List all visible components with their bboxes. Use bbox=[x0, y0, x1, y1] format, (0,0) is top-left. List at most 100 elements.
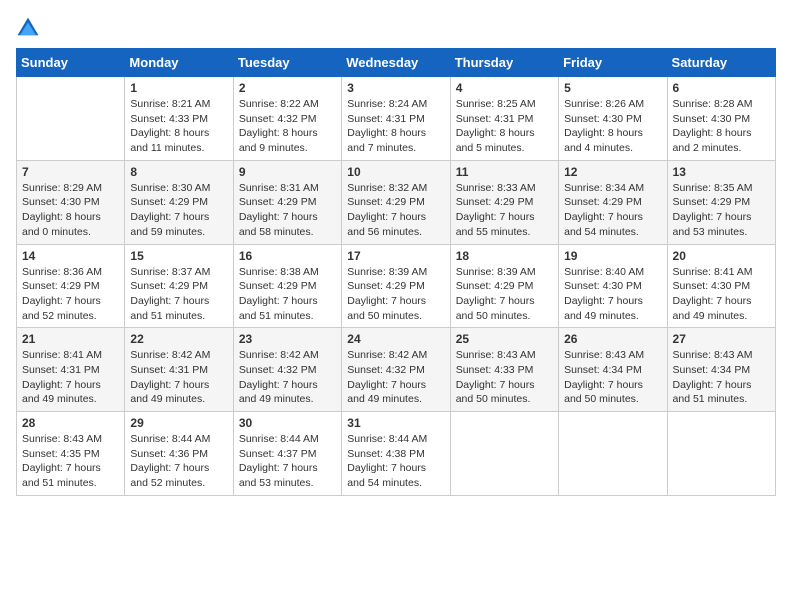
day-info: Sunrise: 8:22 AM Sunset: 4:32 PM Dayligh… bbox=[239, 97, 336, 156]
day-number: 3 bbox=[347, 81, 444, 95]
day-info: Sunrise: 8:29 AM Sunset: 4:30 PM Dayligh… bbox=[22, 181, 119, 240]
day-info: Sunrise: 8:34 AM Sunset: 4:29 PM Dayligh… bbox=[564, 181, 661, 240]
calendar-day-15: 15Sunrise: 8:37 AM Sunset: 4:29 PM Dayli… bbox=[125, 244, 233, 328]
logo bbox=[16, 16, 42, 40]
calendar-day-8: 8Sunrise: 8:30 AM Sunset: 4:29 PM Daylig… bbox=[125, 160, 233, 244]
calendar-day-30: 30 Sunrise: 8:44 AM Sunset: 4:37 PM Dayli… bbox=[233, 412, 341, 496]
weekday-header-wednesday: Wednesday bbox=[342, 49, 450, 77]
day-info: Sunrise: 8:41 AM Sunset: 4:30 PM Dayligh… bbox=[673, 265, 770, 324]
calendar-header-row: SundayMondayTuesdayWednesdayThursdayFrid… bbox=[17, 49, 776, 77]
day-number: 14 bbox=[22, 249, 119, 263]
calendar-day-17: 17 Sunrise: 8:39 AM Sunset: 4:29 PM Dayli… bbox=[342, 244, 450, 328]
day-info: Sunrise: 8:39 AM Sunset: 4:29 PM Dayligh… bbox=[347, 265, 444, 324]
day-info: Sunrise: 8:21 AM Sunset: 4:33 PM Dayligh… bbox=[130, 97, 227, 156]
day-info: Sunrise: 8:44 AM Sunset: 4:37 PM Dayligh… bbox=[239, 432, 336, 491]
day-number: 27 bbox=[673, 332, 770, 346]
day-number: 18 bbox=[456, 249, 553, 263]
day-number: 22 bbox=[130, 332, 227, 346]
weekday-header-saturday: Saturday bbox=[667, 49, 775, 77]
weekday-header-friday: Friday bbox=[559, 49, 667, 77]
calendar-day-22: 22 Sunrise: 8:42 AM Sunset: 4:31 PM Dayli… bbox=[125, 328, 233, 412]
day-info: Sunrise: 8:31 AM Sunset: 4:29 PM Dayligh… bbox=[239, 181, 336, 240]
calendar-day-5: 5 Sunrise: 8:26 AM Sunset: 4:30 PM Daylig… bbox=[559, 77, 667, 161]
day-number: 25 bbox=[456, 332, 553, 346]
calendar-day-25: 25 Sunrise: 8:43 AM Sunset: 4:33 PM Dayli… bbox=[450, 328, 558, 412]
calendar-table: SundayMondayTuesdayWednesdayThursdayFrid… bbox=[16, 48, 776, 496]
day-number: 10 bbox=[347, 165, 444, 179]
calendar-day-20: 20 Sunrise: 8:41 AM Sunset: 4:30 PM Dayli… bbox=[667, 244, 775, 328]
calendar-day-23: 23 Sunrise: 8:42 AM Sunset: 4:32 PM Dayli… bbox=[233, 328, 341, 412]
calendar-day-28: 28 Sunrise: 8:43 AM Sunset: 4:35 PM Dayli… bbox=[17, 412, 125, 496]
calendar-day-3: 3 Sunrise: 8:24 AM Sunset: 4:31 PM Daylig… bbox=[342, 77, 450, 161]
calendar-day-26: 26 Sunrise: 8:43 AM Sunset: 4:34 PM Dayli… bbox=[559, 328, 667, 412]
weekday-header-tuesday: Tuesday bbox=[233, 49, 341, 77]
calendar-day-31: 31Sunrise: 8:44 AM Sunset: 4:38 PM Dayli… bbox=[342, 412, 450, 496]
calendar-day-1: 1Sunrise: 8:21 AM Sunset: 4:33 PM Daylig… bbox=[125, 77, 233, 161]
day-number: 16 bbox=[239, 249, 336, 263]
day-info: Sunrise: 8:44 AM Sunset: 4:38 PM Dayligh… bbox=[347, 432, 444, 491]
day-number: 21 bbox=[22, 332, 119, 346]
calendar-day-2: 2 Sunrise: 8:22 AM Sunset: 4:32 PM Daylig… bbox=[233, 77, 341, 161]
weekday-header-monday: Monday bbox=[125, 49, 233, 77]
day-info: Sunrise: 8:43 AM Sunset: 4:34 PM Dayligh… bbox=[564, 348, 661, 407]
day-number: 26 bbox=[564, 332, 661, 346]
calendar-day-19: 19 Sunrise: 8:40 AM Sunset: 4:30 PM Dayli… bbox=[559, 244, 667, 328]
weekday-header-sunday: Sunday bbox=[17, 49, 125, 77]
day-info: Sunrise: 8:42 AM Sunset: 4:31 PM Dayligh… bbox=[130, 348, 227, 407]
day-number: 11 bbox=[456, 165, 553, 179]
calendar-day-12: 12 Sunrise: 8:34 AM Sunset: 4:29 PM Dayli… bbox=[559, 160, 667, 244]
day-number: 5 bbox=[564, 81, 661, 95]
day-number: 4 bbox=[456, 81, 553, 95]
day-info: Sunrise: 8:24 AM Sunset: 4:31 PM Dayligh… bbox=[347, 97, 444, 156]
day-number: 6 bbox=[673, 81, 770, 95]
day-info: Sunrise: 8:26 AM Sunset: 4:30 PM Dayligh… bbox=[564, 97, 661, 156]
calendar-empty-cell bbox=[450, 412, 558, 496]
day-info: Sunrise: 8:43 AM Sunset: 4:33 PM Dayligh… bbox=[456, 348, 553, 407]
day-info: Sunrise: 8:32 AM Sunset: 4:29 PM Dayligh… bbox=[347, 181, 444, 240]
calendar-week-row: 21 Sunrise: 8:41 AM Sunset: 4:31 PM Dayli… bbox=[17, 328, 776, 412]
day-info: Sunrise: 8:40 AM Sunset: 4:30 PM Dayligh… bbox=[564, 265, 661, 324]
day-number: 19 bbox=[564, 249, 661, 263]
calendar-day-13: 13Sunrise: 8:35 AM Sunset: 4:29 PM Dayli… bbox=[667, 160, 775, 244]
day-number: 12 bbox=[564, 165, 661, 179]
day-info: Sunrise: 8:42 AM Sunset: 4:32 PM Dayligh… bbox=[347, 348, 444, 407]
day-number: 15 bbox=[130, 249, 227, 263]
calendar-empty-cell bbox=[667, 412, 775, 496]
calendar-week-row: 28 Sunrise: 8:43 AM Sunset: 4:35 PM Dayli… bbox=[17, 412, 776, 496]
day-number: 2 bbox=[239, 81, 336, 95]
day-info: Sunrise: 8:38 AM Sunset: 4:29 PM Dayligh… bbox=[239, 265, 336, 324]
day-number: 23 bbox=[239, 332, 336, 346]
day-info: Sunrise: 8:41 AM Sunset: 4:31 PM Dayligh… bbox=[22, 348, 119, 407]
day-number: 20 bbox=[673, 249, 770, 263]
calendar-day-10: 10 Sunrise: 8:32 AM Sunset: 4:29 PM Dayli… bbox=[342, 160, 450, 244]
page-header bbox=[16, 16, 776, 40]
day-number: 30 bbox=[239, 416, 336, 430]
calendar-day-9: 9 Sunrise: 8:31 AM Sunset: 4:29 PM Daylig… bbox=[233, 160, 341, 244]
day-info: Sunrise: 8:28 AM Sunset: 4:30 PM Dayligh… bbox=[673, 97, 770, 156]
calendar-day-24: 24Sunrise: 8:42 AM Sunset: 4:32 PM Dayli… bbox=[342, 328, 450, 412]
calendar-day-11: 11 Sunrise: 8:33 AM Sunset: 4:29 PM Dayli… bbox=[450, 160, 558, 244]
calendar-day-21: 21 Sunrise: 8:41 AM Sunset: 4:31 PM Dayli… bbox=[17, 328, 125, 412]
day-number: 17 bbox=[347, 249, 444, 263]
day-info: Sunrise: 8:43 AM Sunset: 4:35 PM Dayligh… bbox=[22, 432, 119, 491]
day-info: Sunrise: 8:39 AM Sunset: 4:29 PM Dayligh… bbox=[456, 265, 553, 324]
day-number: 9 bbox=[239, 165, 336, 179]
day-number: 28 bbox=[22, 416, 119, 430]
calendar-day-6: 6 Sunrise: 8:28 AM Sunset: 4:30 PM Daylig… bbox=[667, 77, 775, 161]
calendar-day-16: 16 Sunrise: 8:38 AM Sunset: 4:29 PM Dayli… bbox=[233, 244, 341, 328]
calendar-week-row: 14 Sunrise: 8:36 AM Sunset: 4:29 PM Dayli… bbox=[17, 244, 776, 328]
calendar-day-29: 29 Sunrise: 8:44 AM Sunset: 4:36 PM Dayli… bbox=[125, 412, 233, 496]
day-info: Sunrise: 8:33 AM Sunset: 4:29 PM Dayligh… bbox=[456, 181, 553, 240]
day-info: Sunrise: 8:42 AM Sunset: 4:32 PM Dayligh… bbox=[239, 348, 336, 407]
calendar-empty-cell bbox=[559, 412, 667, 496]
calendar-day-27: 27 Sunrise: 8:43 AM Sunset: 4:34 PM Dayli… bbox=[667, 328, 775, 412]
day-info: Sunrise: 8:43 AM Sunset: 4:34 PM Dayligh… bbox=[673, 348, 770, 407]
day-info: Sunrise: 8:35 AM Sunset: 4:29 PM Dayligh… bbox=[673, 181, 770, 240]
day-info: Sunrise: 8:44 AM Sunset: 4:36 PM Dayligh… bbox=[130, 432, 227, 491]
day-info: Sunrise: 8:36 AM Sunset: 4:29 PM Dayligh… bbox=[22, 265, 119, 324]
calendar-day-18: 18 Sunrise: 8:39 AM Sunset: 4:29 PM Dayli… bbox=[450, 244, 558, 328]
day-number: 8 bbox=[130, 165, 227, 179]
weekday-header-thursday: Thursday bbox=[450, 49, 558, 77]
day-number: 7 bbox=[22, 165, 119, 179]
day-number: 29 bbox=[130, 416, 227, 430]
